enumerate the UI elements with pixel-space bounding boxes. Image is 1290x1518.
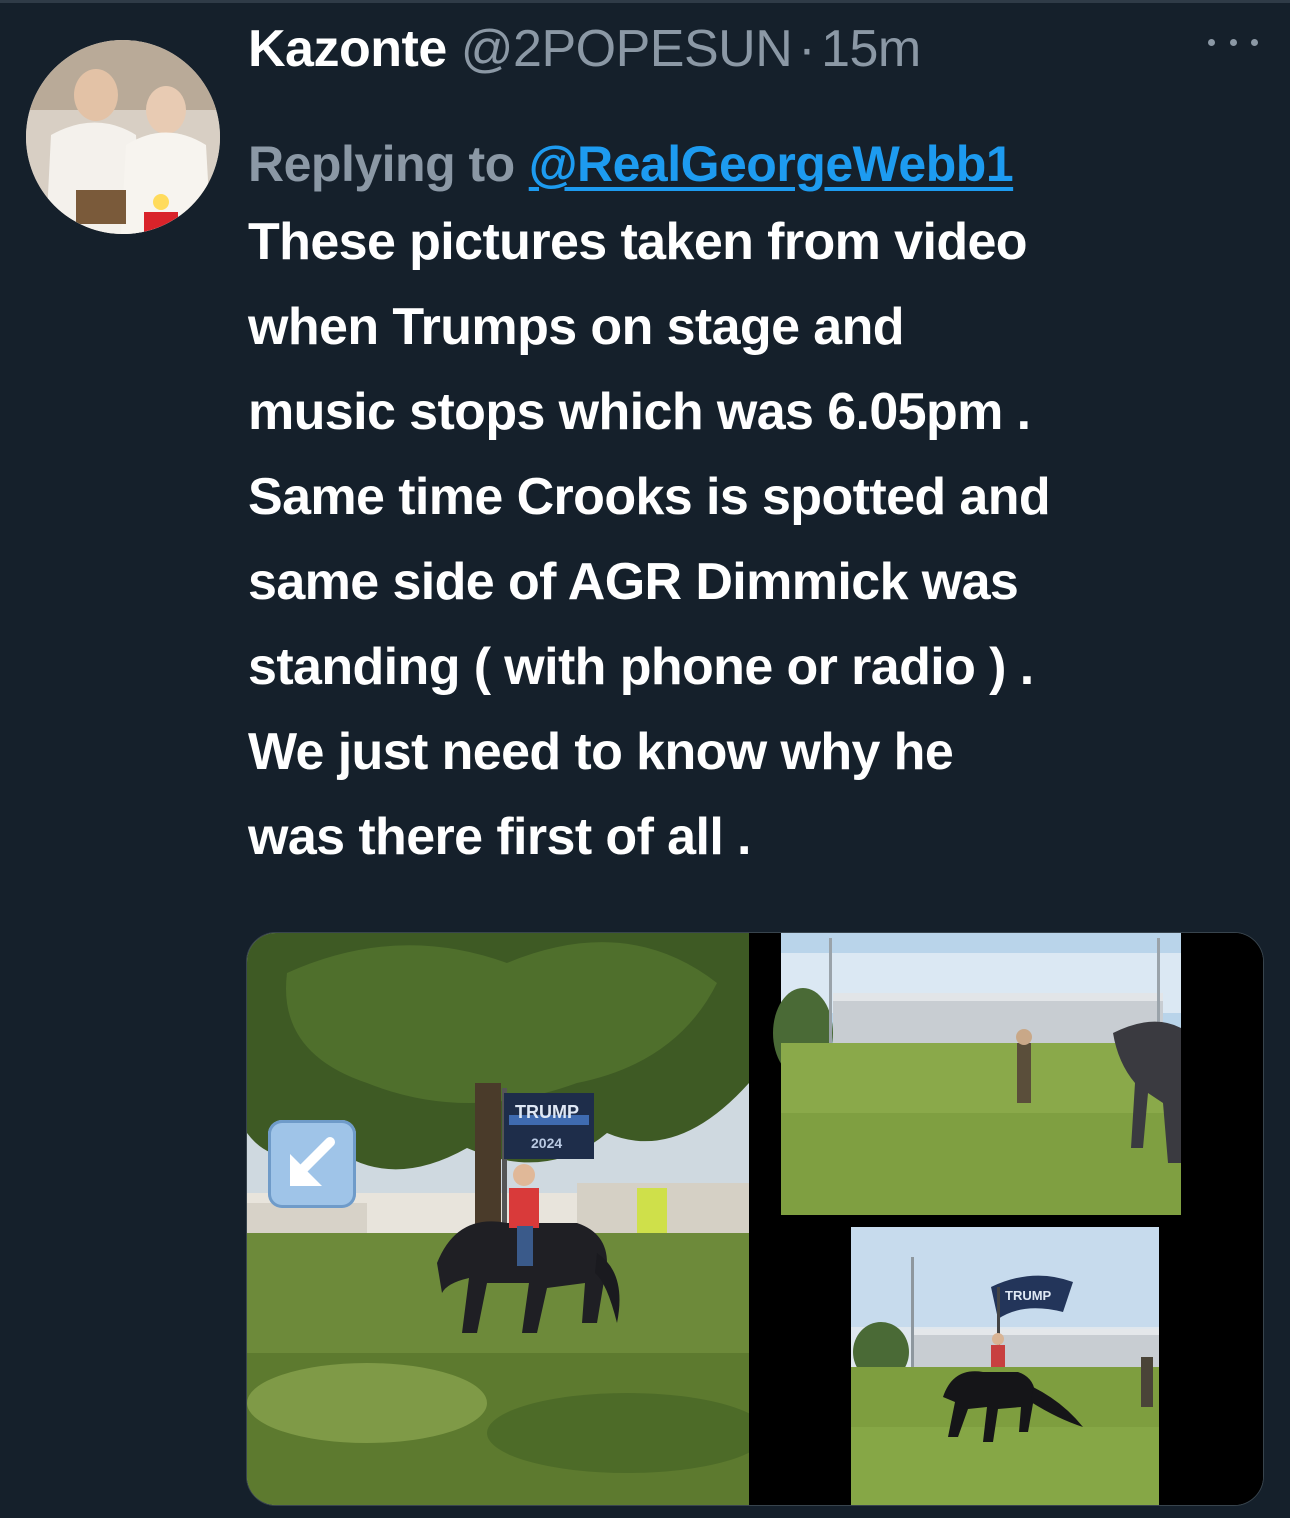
media-image-rider-with-flag[interactable]: TRUMP — [763, 1227, 1263, 1505]
timestamp[interactable]: 15m — [821, 19, 921, 79]
avatar-image — [26, 40, 220, 234]
top-divider — [0, 0, 1290, 3]
avatar[interactable] — [26, 40, 220, 234]
tweet-text-line: We just need to know why he — [248, 723, 954, 781]
tweet-text-line: when Trumps on stage and — [248, 298, 905, 356]
tweet-text: These pictures taken from video when Tru… — [248, 200, 1278, 880]
separator-dot: · — [798, 20, 816, 78]
tweet-text-line: was there first of all . — [248, 808, 751, 866]
media-image-man-standing[interactable] — [763, 933, 1263, 1215]
more-options-button[interactable] — [1208, 30, 1258, 54]
tweet-text-line: standing ( with phone or radio ) . — [248, 638, 1034, 696]
display-name[interactable]: Kazonte — [248, 19, 447, 79]
user-handle[interactable]: @2POPESUN — [461, 19, 793, 79]
more-horizontal-icon — [1208, 38, 1215, 46]
expand-media-button[interactable] — [268, 1120, 356, 1208]
flag-text-year: 2024 — [531, 1135, 562, 1151]
tweet-header: Kazonte @2POPESUN · 15m — [248, 14, 921, 84]
tweet-text-line: These pictures taken from video — [248, 213, 1028, 271]
more-dot — [1251, 38, 1258, 46]
flag-text: TRUMP — [515, 1102, 579, 1122]
more-dot — [1229, 38, 1237, 46]
replying-to-mention-link[interactable]: @RealGeorgeWebb1 — [529, 135, 1014, 193]
media-grid: TRUMP 2024 TRUMP — [246, 932, 1264, 1506]
replying-to-label: Replying to — [248, 136, 515, 192]
arrow-down-left-icon — [290, 1137, 335, 1186]
media-image-horse-rider-tree[interactable]: TRUMP 2024 — [247, 933, 749, 1505]
tweet-text-line: music stops which was 6.05pm . — [248, 383, 1031, 441]
tweet-text-line: Same time Crooks is spotted and — [248, 468, 1051, 526]
tweet-text-line: same side of AGR Dimmick was — [248, 553, 1019, 611]
flag-text-small: TRUMP — [1005, 1288, 1052, 1303]
replying-to: Replying to @RealGeorgeWebb1 — [248, 128, 1014, 200]
